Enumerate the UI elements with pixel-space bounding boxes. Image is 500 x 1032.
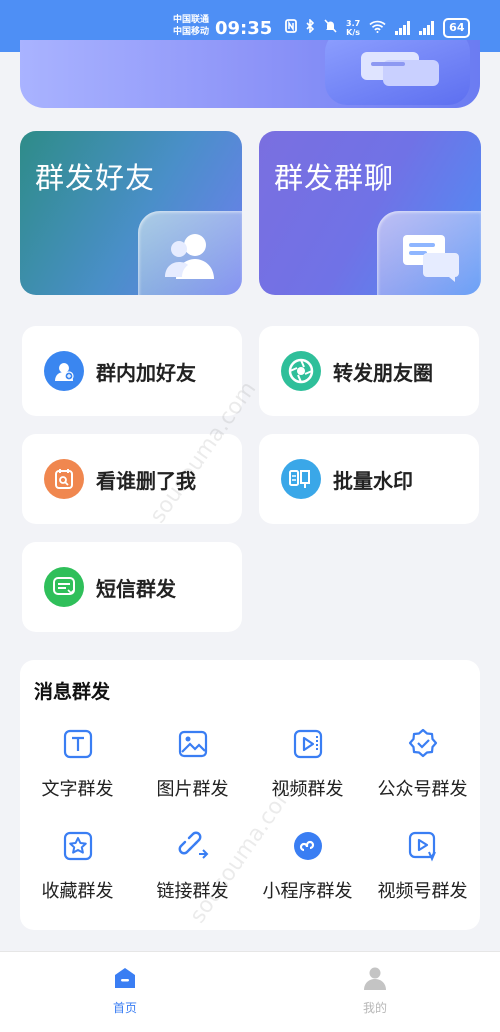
- chat-bubbles-icon: [325, 40, 470, 105]
- nfc-icon: [285, 19, 297, 37]
- channels-mass-send-label: 视频号群发: [377, 881, 468, 902]
- star-icon: [63, 831, 93, 861]
- battery-indicator: 64: [443, 18, 471, 38]
- link-mass-send-button[interactable]: 链接群发: [135, 830, 250, 930]
- home-icon: [115, 968, 135, 988]
- image-icon: [178, 730, 208, 758]
- nav-me-label: 我的: [362, 1001, 387, 1015]
- text-mass-send-label: 文字群发: [41, 779, 114, 800]
- section-title: 消息群发: [34, 681, 111, 703]
- favorites-mass-send-button[interactable]: 收藏群发: [20, 830, 135, 930]
- image-mass-send-label: 图片群发: [156, 779, 229, 800]
- video-icon: [293, 729, 323, 759]
- contacts-icon: [138, 211, 242, 295]
- official-account-mass-send-button[interactable]: 公众号群发: [365, 728, 480, 828]
- channels-mass-send-button[interactable]: 视频号群发: [365, 830, 480, 930]
- mini-program-mass-send-label: 小程序群发: [262, 881, 353, 902]
- mini-program-mass-send-button[interactable]: 小程序群发: [250, 830, 365, 930]
- mass-send-friends-label: 群发好友: [35, 161, 156, 195]
- top-banner[interactable]: [20, 40, 480, 108]
- nav-home-label: 首页: [112, 1001, 137, 1015]
- signal-1-icon: [395, 21, 411, 35]
- add-user-icon: [44, 351, 84, 391]
- mass-send-groups-label: 群发群聊: [274, 161, 395, 195]
- wifi-icon: [369, 20, 386, 37]
- status-icons: 3.7 K/s 64: [285, 18, 471, 38]
- seal-icon: [281, 459, 321, 499]
- net-speed-value: 3.7: [346, 19, 361, 28]
- add-friends-in-group-button[interactable]: 群内加好友: [22, 326, 242, 416]
- mass-send-groups-card[interactable]: 群发群聊: [259, 131, 481, 295]
- clock: 09:35: [215, 18, 273, 39]
- favorites-mass-send-label: 收藏群发: [41, 881, 114, 902]
- bottom-navigation: 首页 我的: [0, 951, 500, 1032]
- check-deleted-me-label: 看谁删了我: [96, 468, 196, 493]
- text-icon: [63, 729, 93, 759]
- sms-mass-send-label: 短信群发: [96, 576, 176, 601]
- mute-bell-icon: [324, 19, 337, 37]
- aperture-icon: [281, 351, 321, 391]
- sms-mass-send-button[interactable]: 短信群发: [22, 542, 242, 632]
- link-mass-send-label: 链接群发: [156, 881, 229, 902]
- video-mass-send-button[interactable]: 视频群发: [250, 728, 365, 828]
- mini-program-icon: [294, 832, 322, 860]
- message-mass-send-section: 消息群发 文字群发 图片群发 视频群发 公众号群发 收藏群发 链接群发 小程序群…: [20, 660, 480, 930]
- check-contact-icon: [44, 459, 84, 499]
- signal-2-icon: [419, 21, 435, 35]
- chat-bubbles-icon: [377, 211, 481, 295]
- sms-icon: [44, 567, 84, 607]
- carrier-1: 中国联通: [173, 15, 210, 25]
- forward-moments-button[interactable]: 转发朋友圈: [259, 326, 479, 416]
- net-speed-unit: K/s: [346, 28, 361, 37]
- video-mass-send-label: 视频群发: [271, 779, 344, 800]
- link-icon: [178, 831, 209, 859]
- forward-moments-label: 转发朋友圈: [333, 360, 433, 385]
- official-account-mass-send-label: 公众号群发: [377, 779, 468, 800]
- carrier-2: 中国移动: [173, 27, 210, 37]
- add-friends-in-group-label: 群内加好友: [96, 360, 196, 385]
- image-mass-send-button[interactable]: 图片群发: [135, 728, 250, 828]
- bluetooth-icon: [306, 18, 315, 37]
- carrier-names: 中国联通 中国移动: [173, 14, 209, 38]
- nav-home-tab[interactable]: 首页: [95, 966, 155, 1016]
- batch-watermark-button[interactable]: 批量水印: [259, 434, 479, 524]
- channels-icon: [408, 831, 436, 862]
- nav-me-tab[interactable]: 我的: [345, 966, 405, 1016]
- mass-send-friends-card[interactable]: 群发好友: [20, 131, 242, 295]
- batch-watermark-label: 批量水印: [333, 468, 413, 493]
- text-mass-send-button[interactable]: 文字群发: [20, 728, 135, 828]
- profile-icon: [364, 967, 386, 990]
- check-deleted-me-button[interactable]: 看谁删了我: [22, 434, 242, 524]
- verified-icon: [408, 728, 438, 758]
- network-speed: 3.7 K/s: [346, 19, 360, 37]
